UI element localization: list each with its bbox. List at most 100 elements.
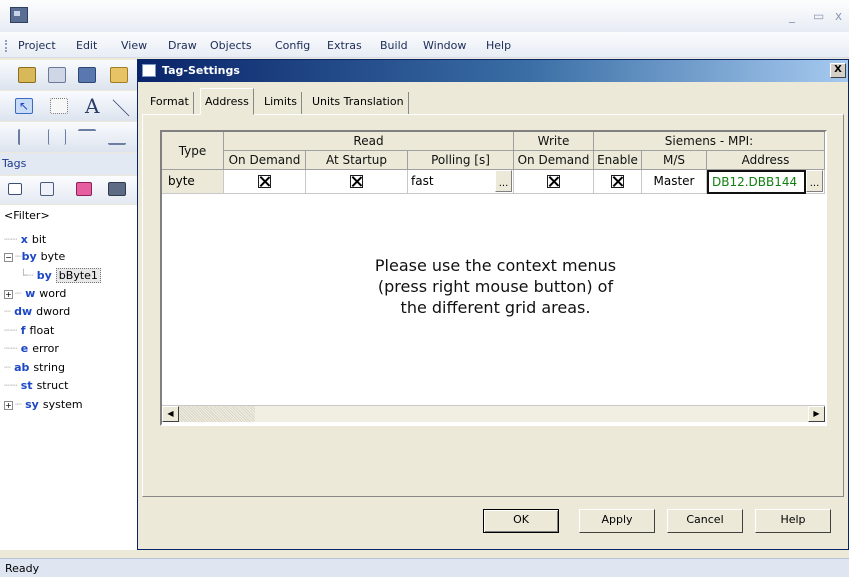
align-top-icon[interactable] [78, 129, 96, 145]
project-toolbar [0, 60, 145, 90]
tag-settings-dialog: Tag-Settings X Format Address Limits Uni… [137, 59, 849, 550]
save-icon[interactable] [78, 67, 96, 83]
minimize-button[interactable]: _ [789, 9, 795, 23]
cell-polling[interactable]: fast ... [408, 170, 514, 194]
cell-at-startup[interactable] [306, 170, 408, 194]
open-folder-icon[interactable] [110, 67, 128, 83]
scroll-left-icon[interactable]: ◀ [162, 406, 179, 422]
align-center-icon[interactable] [48, 129, 66, 145]
expand-icon[interactable]: + [4, 289, 13, 299]
ok-button[interactable]: OK [483, 509, 559, 533]
group-read-header[interactable]: Read [224, 132, 514, 151]
enable-checkbox[interactable] [611, 175, 624, 188]
horizontal-scrollbar[interactable]: ◀ ▶ [162, 405, 825, 422]
col-enable-header[interactable]: Enable [594, 151, 642, 170]
col-on-demand-read-header[interactable]: On Demand [224, 151, 306, 170]
tree-filter[interactable]: <Filter> [4, 207, 50, 225]
address-ellipsis-button[interactable]: ... [806, 170, 823, 192]
align-left-icon[interactable] [18, 129, 36, 145]
tree-item-struct[interactable]: ┈┈ st struct [4, 377, 68, 395]
polling-value[interactable]: fast [411, 174, 434, 188]
menu-help[interactable]: Help [486, 39, 511, 52]
menu-config[interactable]: Config [275, 39, 310, 52]
col-polling-header[interactable]: Polling [s] [408, 151, 514, 170]
tab-address[interactable]: Address [200, 88, 254, 115]
text-tool-icon[interactable]: A [85, 94, 99, 118]
address-input[interactable]: DB12.DBB144 [707, 170, 806, 194]
rectangle-icon[interactable] [50, 98, 68, 114]
line-tool-icon[interactable]: ＼ [112, 95, 130, 121]
tree-item-bit[interactable]: ┈┈ x bit [4, 231, 46, 249]
tree-item-system[interactable]: + ┈ sy system [4, 396, 83, 414]
cell-enable[interactable] [594, 170, 642, 194]
dialog-title: Tag-Settings [162, 64, 240, 77]
scroll-thumb[interactable] [179, 406, 255, 422]
col-on-demand-write-header[interactable]: On Demand [514, 151, 594, 170]
tree-item-dword[interactable]: ┈ dw dword [4, 303, 70, 321]
cell-on-demand-read[interactable] [224, 170, 306, 194]
tags-tree: <Filter> ┈┈ x bit − ┈by byte └┈ by bByte1 + ┈… [0, 205, 145, 550]
cell-address[interactable]: DB12.DBB144 ... [707, 170, 825, 194]
menu-bar: Project Edit View Draw Objects Config Ex… [0, 32, 849, 58]
new-project-icon[interactable] [18, 67, 36, 83]
tag-list-icon[interactable] [40, 182, 54, 196]
menu-build[interactable]: Build [380, 39, 408, 52]
collapse-icon[interactable]: − [4, 252, 13, 262]
tree-item-byte[interactable]: − ┈by byte [4, 248, 65, 266]
tree-item-bbyte1[interactable]: └┈ by bByte1 [20, 267, 101, 285]
menu-view[interactable]: View [121, 39, 147, 52]
tags-toolbar [0, 176, 145, 204]
group-write-header[interactable]: Write [514, 132, 594, 151]
tab-format[interactable]: Format [146, 92, 194, 114]
tag-color-icon[interactable] [76, 182, 92, 196]
grid-hint-line-2: (press right mouse button) of [377, 277, 614, 296]
menu-extras[interactable]: Extras [327, 39, 362, 52]
draw-toolbar: ↖ A ＼ [0, 91, 145, 121]
col-address-header[interactable]: Address [707, 151, 825, 170]
tab-units-translation[interactable]: Units Translation [308, 92, 409, 114]
align-toolbar [0, 122, 145, 152]
grid-hint-line-1: Please use the context menus [374, 256, 617, 275]
dialog-close-button[interactable]: X [830, 63, 846, 78]
dialog-titlebar: Tag-Settings X [138, 60, 848, 82]
cancel-button[interactable]: Cancel [667, 509, 743, 533]
scroll-right-icon[interactable]: ▶ [808, 406, 825, 422]
menu-edit[interactable]: Edit [76, 39, 97, 52]
menu-grip [5, 40, 7, 52]
cell-ms[interactable]: Master [642, 170, 707, 194]
at-startup-checkbox[interactable] [350, 175, 363, 188]
tags-panel-title: Tags [2, 157, 27, 170]
col-ms-header[interactable]: M/S [642, 151, 707, 170]
address-grid[interactable]: Type Read Write Siemens - MPI: On Demand… [160, 130, 827, 426]
col-type-header[interactable]: Type [162, 132, 224, 170]
help-button[interactable]: Help [755, 509, 831, 533]
menu-window[interactable]: Window [423, 39, 466, 52]
on-demand-read-checkbox[interactable] [258, 175, 271, 188]
grid-hint-message: Please use the context menus (press righ… [162, 255, 829, 318]
tab-limits[interactable]: Limits [260, 92, 302, 114]
on-demand-write-checkbox[interactable] [547, 175, 560, 188]
window-titlebar: _ ▭ x [0, 0, 849, 32]
cell-on-demand-write[interactable] [514, 170, 594, 194]
tree-item-word[interactable]: + ┈ w word [4, 285, 66, 303]
maximize-button[interactable]: ▭ [813, 9, 824, 23]
status-bar: Ready [0, 558, 849, 577]
menu-objects[interactable]: Objects [210, 39, 252, 52]
cell-type[interactable]: byte [162, 170, 224, 194]
menu-draw[interactable]: Draw [168, 39, 197, 52]
group-siemens-header[interactable]: Siemens - MPI: [594, 132, 825, 151]
tag-print-icon[interactable] [108, 182, 126, 196]
print-icon[interactable] [48, 67, 66, 83]
col-at-startup-header[interactable]: At Startup [306, 151, 408, 170]
polling-ellipsis-button[interactable]: ... [495, 170, 512, 192]
tag-view-icon[interactable] [8, 183, 22, 195]
pointer-icon[interactable]: ↖ [15, 98, 33, 114]
tree-item-float[interactable]: ┈┈ f float [4, 322, 54, 340]
tree-item-error[interactable]: ┈┈ e error [4, 340, 59, 358]
align-bottom-icon[interactable] [108, 129, 126, 145]
menu-project[interactable]: Project [18, 39, 56, 52]
apply-button[interactable]: Apply [579, 509, 655, 533]
close-button[interactable]: x [835, 9, 842, 23]
tree-item-string[interactable]: ┈ ab string [4, 359, 65, 377]
expand-icon[interactable]: + [4, 400, 13, 410]
